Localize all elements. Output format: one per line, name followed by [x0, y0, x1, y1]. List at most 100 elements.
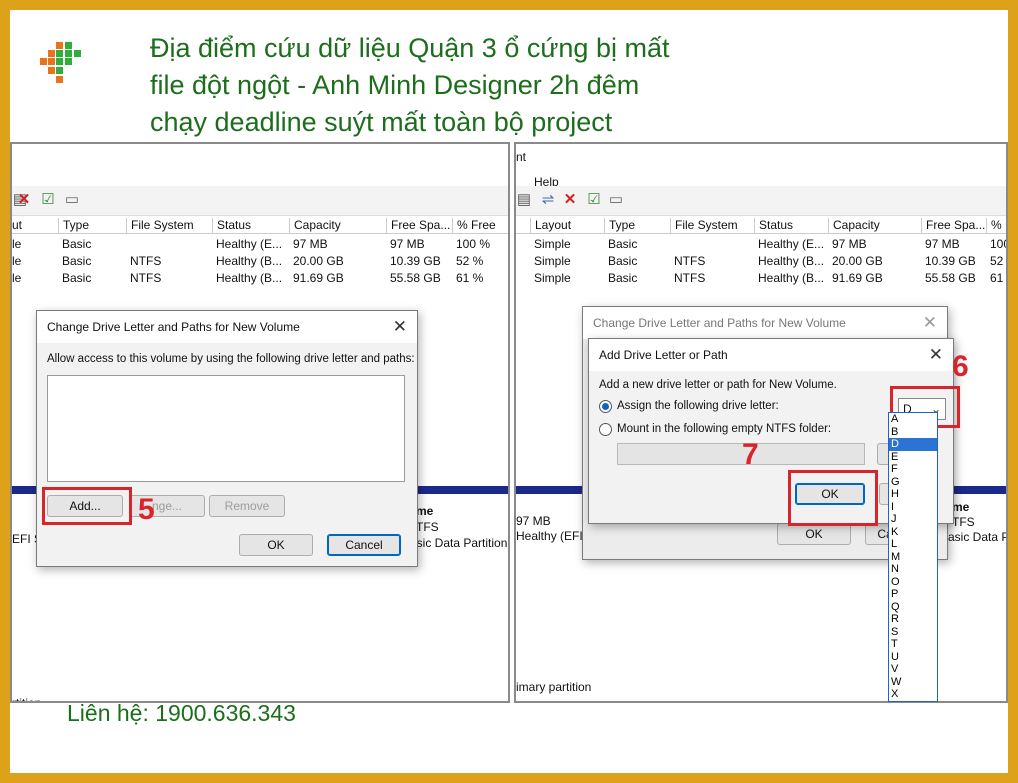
- pixel-grid-logo-icon: [40, 42, 84, 86]
- delete-icon[interactable]: ✕: [16, 192, 32, 208]
- col-type[interactable]: Type: [58, 218, 89, 234]
- drive-letter-option[interactable]: Q: [889, 601, 937, 614]
- contact-line: Liên hệ: 1900.636.343: [67, 700, 296, 726]
- close-icon[interactable]: ✕: [393, 317, 407, 337]
- menu-item-partial[interactable]: nt: [516, 150, 526, 164]
- folder-path-input[interactable]: [617, 443, 865, 465]
- mount-folder-radio[interactable]: [599, 423, 612, 436]
- volume-list-header: Layout Type File System Status Capacity …: [516, 216, 1006, 234]
- partition-bar: [516, 486, 586, 494]
- drive-letter-option[interactable]: O: [889, 576, 937, 589]
- title-line-1: Địa điểm cứu dữ liệu Quận 3 ổ cứng bị mấ…: [150, 33, 670, 63]
- col-status[interactable]: Status: [754, 218, 793, 234]
- drive-letter-option[interactable]: W: [889, 676, 937, 689]
- dialog-title: Add Drive Letter or Path: [589, 339, 953, 371]
- step-number: 6: [952, 350, 969, 383]
- properties-icon[interactable]: ▭: [64, 192, 80, 208]
- col-layout[interactable]: Layout: [530, 218, 571, 234]
- drive-letter-option[interactable]: G: [889, 476, 937, 489]
- drive-letter-option[interactable]: M: [889, 551, 937, 564]
- efi-size-label: 97 MB: [516, 514, 551, 528]
- delete-icon[interactable]: ✕: [562, 192, 578, 208]
- drive-letter-option[interactable]: J: [889, 513, 937, 526]
- dialog-title: Change Drive Letter and Paths for New Vo…: [583, 307, 947, 339]
- page-title: Địa điểm cứu dữ liệu Quận 3 ổ cứng bị mấ…: [150, 30, 790, 141]
- col-free-space[interactable]: Free Spa...: [386, 218, 450, 234]
- table-row[interactable]: Simple Basic NTFS Healthy (B... 20.00 GB 10.3…: [516, 253, 1006, 270]
- dialog-description: Allow access to this volume by using the…: [47, 353, 415, 365]
- col-status[interactable]: Status: [212, 218, 251, 234]
- frame-inner: Địa điểm cứu dữ liệu Quận 3 ổ cứng bị mấ…: [10, 10, 1008, 773]
- connect-icon[interactable]: ⇌: [540, 192, 556, 208]
- change-drive-letter-dialog: Change Drive Letter and Paths for New Vo…: [36, 310, 418, 567]
- drive-letter-option[interactable]: V: [889, 663, 937, 676]
- drive-letter-option[interactable]: F: [889, 463, 937, 476]
- col-free-space[interactable]: Free Spa...: [921, 218, 985, 234]
- col-capacity[interactable]: Capacity: [289, 218, 341, 234]
- mount-folder-label: Mount in the following empty NTFS folder…: [617, 423, 832, 435]
- left-screenshot: ▤ ✕ ☑ ▭ ut Type File System Status Capac…: [10, 142, 510, 703]
- dialog-description: Add a new drive letter or path for New V…: [599, 379, 837, 391]
- toolbar: ▤ ✕ ☑ ▭: [12, 186, 508, 216]
- drive-letter-option[interactable]: I: [889, 501, 937, 514]
- col-type[interactable]: Type: [604, 218, 635, 234]
- paths-listbox[interactable]: [47, 375, 405, 482]
- ok-button[interactable]: OK: [239, 534, 313, 556]
- step-number: 5: [138, 493, 155, 526]
- volume-list-header: ut Type File System Status Capacity Free…: [12, 216, 508, 234]
- drive-letter-option[interactable]: L: [889, 538, 937, 551]
- col-layout[interactable]: ut: [12, 218, 22, 234]
- drive-letter-dropdown-list: ABDEFGHIJKLMNOPQRSTUVWX: [888, 412, 938, 702]
- assign-letter-label: Assign the following drive letter:: [617, 400, 779, 412]
- partition-bar: [412, 486, 508, 494]
- remove-button[interactable]: Remove: [209, 495, 285, 517]
- drive-letter-option[interactable]: N: [889, 563, 937, 576]
- col-percent-free[interactable]: % F: [986, 218, 1006, 234]
- toolbar: ▤ ⇌ ✕ ☑ ▭: [516, 186, 1006, 216]
- disk-icon[interactable]: ▤: [516, 192, 532, 208]
- partition-type-label: asic Data Pa: [948, 530, 1006, 544]
- close-icon[interactable]: ✕: [923, 313, 937, 333]
- menu-bar: nt Help: [516, 144, 1006, 189]
- dialog-title: Change Drive Letter and Paths for New Vo…: [37, 311, 417, 343]
- highlight-box: [42, 487, 132, 525]
- table-row[interactable]: le Basic NTFS Healthy (B... 20.00 GB 10.39 GB…: [12, 253, 508, 270]
- drive-letter-option[interactable]: A: [889, 413, 937, 426]
- close-icon[interactable]: ✕: [929, 345, 943, 365]
- volume-name-label: me: [952, 500, 970, 514]
- drive-letter-option[interactable]: R: [889, 613, 937, 626]
- drive-letter-option[interactable]: U: [889, 651, 937, 664]
- drive-letter-option[interactable]: S: [889, 626, 937, 639]
- properties-icon[interactable]: ▭: [608, 192, 624, 208]
- status-footer: rtition: [12, 696, 42, 703]
- volume-name-label: me: [416, 504, 434, 518]
- drive-letter-option[interactable]: X: [889, 688, 937, 701]
- table-row[interactable]: Simple Basic NTFS Healthy (B... 91.69 GB 55.5…: [516, 270, 1006, 287]
- col-percent-free[interactable]: % Free: [452, 218, 496, 234]
- volume-fs-label: TFS: [952, 515, 975, 529]
- table-row[interactable]: le Basic NTFS Healthy (B... 91.69 GB 55.58 GB…: [12, 270, 508, 287]
- cancel-button[interactable]: Cancel: [327, 534, 401, 556]
- drive-letter-option[interactable]: K: [889, 526, 937, 539]
- col-file-system[interactable]: File System: [126, 218, 194, 234]
- drive-letter-option[interactable]: P: [889, 588, 937, 601]
- drive-letter-option[interactable]: H: [889, 488, 937, 501]
- highlight-box: [788, 470, 878, 526]
- partition-type-label: asic Data Partition: [410, 536, 508, 550]
- ok-button[interactable]: OK: [777, 523, 851, 545]
- drive-letter-option[interactable]: B: [889, 426, 937, 439]
- col-file-system[interactable]: File System: [670, 218, 738, 234]
- drive-letter-option[interactable]: D: [889, 438, 937, 451]
- assign-letter-radio[interactable]: [599, 400, 612, 413]
- drive-letter-option[interactable]: E: [889, 451, 937, 464]
- title-line-3: chạy deadline suýt mất toàn bộ project: [150, 107, 613, 137]
- table-row[interactable]: SimpleBasicHealthy (E...97 MB97 MB100: [516, 236, 1006, 253]
- table-row[interactable]: le Basic Healthy (E... 97 MB 97 MB 100 %: [12, 236, 508, 253]
- checkbox-icon[interactable]: ☑: [586, 192, 602, 208]
- checkbox-icon[interactable]: ☑: [40, 192, 56, 208]
- status-footer: imary partition: [516, 680, 592, 694]
- step-number: 7: [742, 438, 759, 471]
- drive-letter-option[interactable]: T: [889, 638, 937, 651]
- col-capacity[interactable]: Capacity: [828, 218, 880, 234]
- volume-fs-label: TFS: [416, 520, 439, 534]
